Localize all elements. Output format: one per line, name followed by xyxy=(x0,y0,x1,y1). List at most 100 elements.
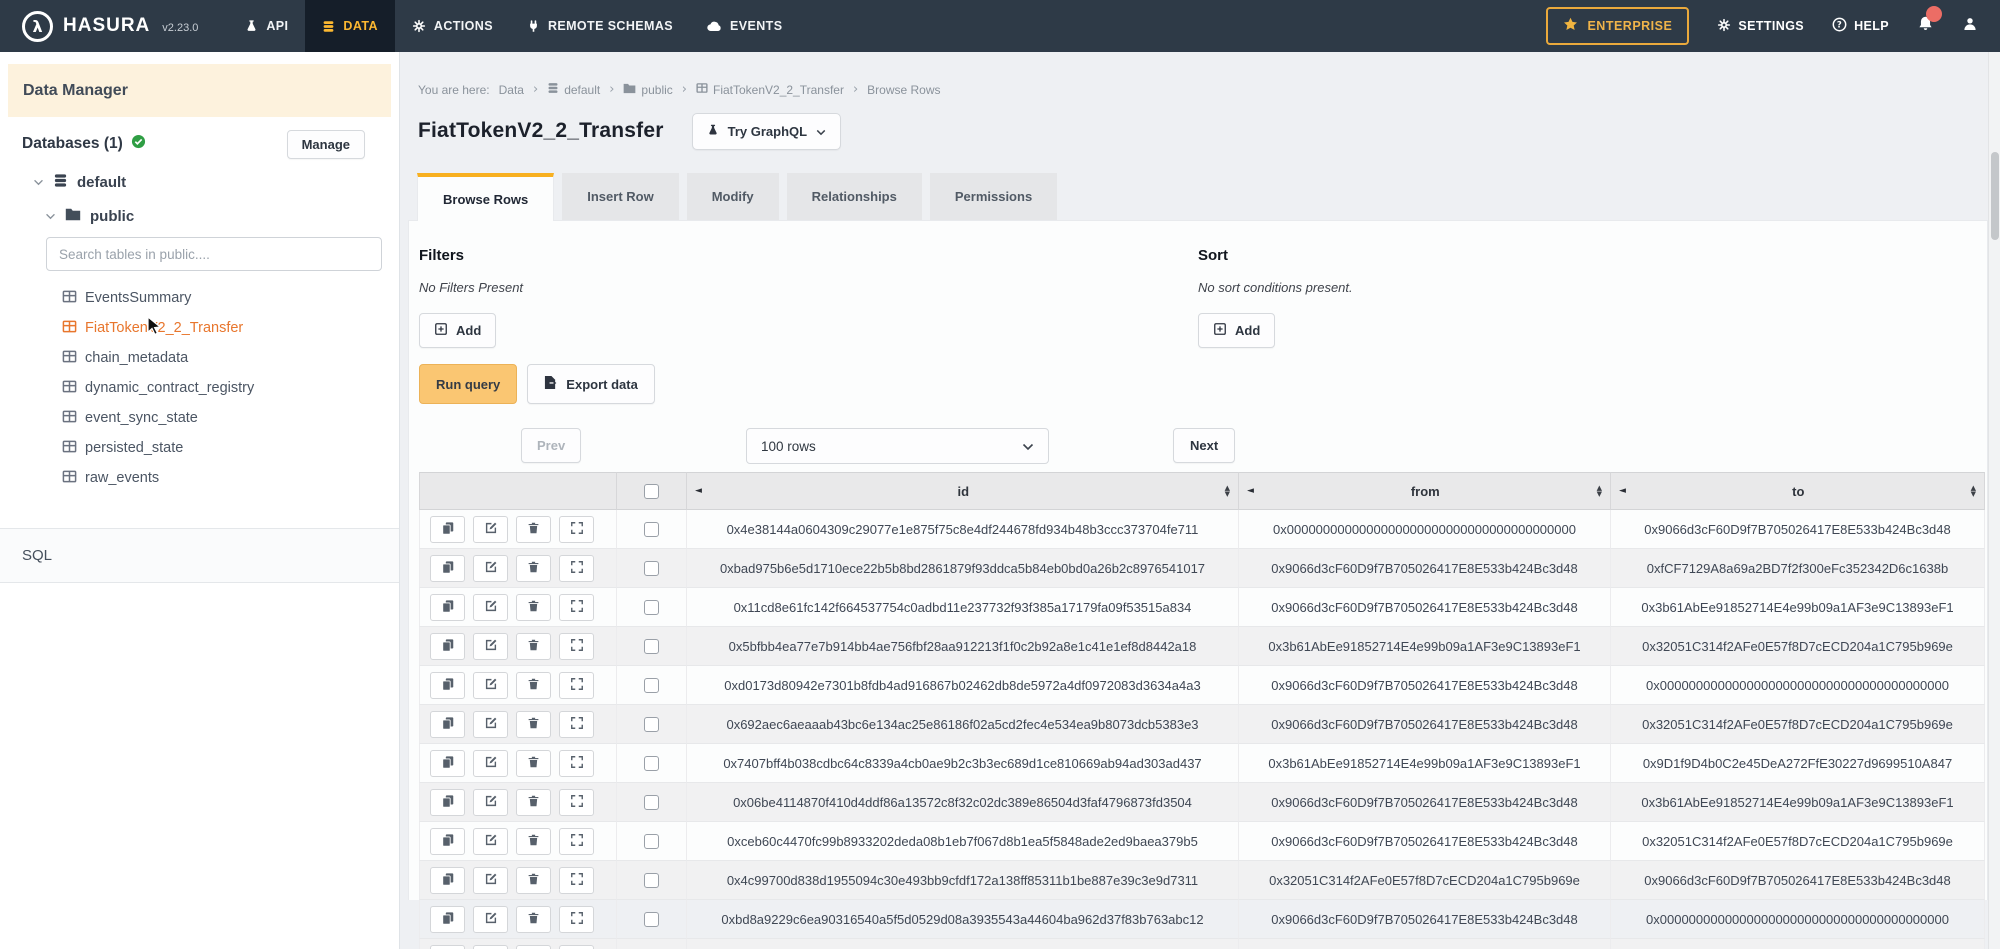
sort-column-icon[interactable]: ▲▼ xyxy=(1225,485,1230,497)
column-label[interactable]: to xyxy=(1626,484,1971,499)
tab-browse-rows[interactable]: Browse Rows xyxy=(417,173,554,221)
sidebar-table-persisted-state[interactable]: persisted_state xyxy=(0,433,399,463)
row-checkbox[interactable] xyxy=(644,717,659,732)
select-all-checkbox[interactable] xyxy=(644,484,659,499)
expand-row-button[interactable] xyxy=(559,750,594,777)
copy-row-button[interactable] xyxy=(430,906,465,933)
expand-row-button[interactable] xyxy=(559,594,594,621)
sidebar-table-fiattokenv2-2-transfer[interactable]: FiatTokenV2_2_Transfer xyxy=(0,313,399,343)
delete-row-button[interactable] xyxy=(516,867,551,894)
add-sort-button[interactable]: Add xyxy=(1198,313,1275,348)
nav-item-remote-schemas[interactable]: REMOTE SCHEMAS xyxy=(510,0,690,52)
copy-row-button[interactable] xyxy=(430,516,465,543)
add-filter-button[interactable]: Add xyxy=(419,313,496,348)
breadcrumb-default[interactable]: default xyxy=(547,82,600,97)
notifications-button[interactable] xyxy=(1917,15,1934,38)
delete-row-button[interactable] xyxy=(516,633,551,660)
edit-row-button[interactable] xyxy=(473,633,508,660)
edit-row-button[interactable] xyxy=(473,750,508,777)
sidebar-table-chain-metadata[interactable]: chain_metadata xyxy=(0,343,399,373)
run-query-button[interactable]: Run query xyxy=(419,364,517,404)
vertical-scrollbar[interactable] xyxy=(1988,52,2000,949)
row-checkbox[interactable] xyxy=(644,639,659,654)
row-checkbox[interactable] xyxy=(644,756,659,771)
breadcrumb-browse-rows[interactable]: Browse Rows xyxy=(867,83,940,97)
delete-row-button[interactable] xyxy=(516,828,551,855)
try-graphql-button[interactable]: Try GraphQL xyxy=(692,113,841,150)
copy-row-button[interactable] xyxy=(430,867,465,894)
expand-row-button[interactable] xyxy=(559,711,594,738)
delete-row-button[interactable] xyxy=(516,711,551,738)
delete-row-button[interactable] xyxy=(516,516,551,543)
chevron-down-icon[interactable] xyxy=(45,213,56,220)
tab-modify[interactable]: Modify xyxy=(687,173,779,220)
expand-row-button[interactable] xyxy=(559,555,594,582)
rows-per-page-select[interactable]: 100 rows xyxy=(746,428,1049,464)
scrollbar-thumb[interactable] xyxy=(1991,152,1999,240)
delete-row-button[interactable] xyxy=(516,594,551,621)
sidebar-table-raw-events[interactable]: raw_events xyxy=(0,463,399,493)
delete-row-button[interactable] xyxy=(516,672,551,699)
sidebar-schema-public[interactable]: public xyxy=(45,205,399,227)
edit-row-button[interactable] xyxy=(473,555,508,582)
user-menu-button[interactable] xyxy=(1962,16,1978,37)
manage-button[interactable]: Manage xyxy=(287,130,365,159)
tab-insert-row[interactable]: Insert Row xyxy=(562,173,678,220)
copy-row-button[interactable] xyxy=(430,750,465,777)
row-checkbox[interactable] xyxy=(644,600,659,615)
delete-row-button[interactable] xyxy=(516,945,551,949)
prev-page-button[interactable]: Prev xyxy=(521,428,581,463)
collapse-column-icon[interactable]: ◄ xyxy=(1247,486,1254,496)
expand-row-button[interactable] xyxy=(559,867,594,894)
nav-item-data[interactable]: DATA xyxy=(305,0,394,52)
column-label[interactable]: from xyxy=(1254,484,1597,499)
help-button[interactable]: ? HELP xyxy=(1832,17,1889,35)
expand-row-button[interactable] xyxy=(559,672,594,699)
breadcrumb-public[interactable]: public xyxy=(623,83,672,97)
search-tables-input[interactable] xyxy=(46,237,382,271)
expand-row-button[interactable] xyxy=(559,633,594,660)
sidebar-table-event-sync-state[interactable]: event_sync_state xyxy=(0,403,399,433)
edit-row-button[interactable] xyxy=(473,867,508,894)
delete-row-button[interactable] xyxy=(516,750,551,777)
breadcrumb-table[interactable]: FiatTokenV2_2_Transfer xyxy=(696,82,844,97)
settings-button[interactable]: SETTINGS xyxy=(1717,18,1804,35)
row-checkbox[interactable] xyxy=(644,834,659,849)
sidebar-table-eventssummary[interactable]: EventsSummary xyxy=(0,283,399,313)
copy-row-button[interactable] xyxy=(430,828,465,855)
enterprise-button[interactable]: ENTERPRISE xyxy=(1546,7,1689,45)
column-label[interactable]: id xyxy=(702,484,1225,499)
sort-column-icon[interactable]: ▲▼ xyxy=(1597,485,1602,497)
edit-row-button[interactable] xyxy=(473,516,508,543)
edit-row-button[interactable] xyxy=(473,711,508,738)
expand-row-button[interactable] xyxy=(559,828,594,855)
expand-row-button[interactable] xyxy=(559,789,594,816)
edit-row-button[interactable] xyxy=(473,789,508,816)
edit-row-button[interactable] xyxy=(473,594,508,621)
sort-column-icon[interactable]: ▲▼ xyxy=(1971,485,1976,497)
collapse-column-icon[interactable]: ◄ xyxy=(695,486,702,496)
edit-row-button[interactable] xyxy=(473,906,508,933)
copy-row-button[interactable] xyxy=(430,789,465,816)
edit-row-button[interactable] xyxy=(473,672,508,699)
delete-row-button[interactable] xyxy=(516,906,551,933)
sidebar-table-dynamic-contract-registry[interactable]: dynamic_contract_registry xyxy=(0,373,399,403)
chevron-down-icon[interactable] xyxy=(33,179,44,186)
row-checkbox[interactable] xyxy=(644,795,659,810)
expand-row-button[interactable] xyxy=(559,516,594,543)
nav-item-actions[interactable]: ACTIONS xyxy=(395,0,510,52)
copy-row-button[interactable] xyxy=(430,945,465,949)
tab-relationships[interactable]: Relationships xyxy=(787,173,922,220)
row-checkbox[interactable] xyxy=(644,522,659,537)
nav-item-api[interactable]: API xyxy=(228,0,305,52)
copy-row-button[interactable] xyxy=(430,555,465,582)
breadcrumb-data[interactable]: Data xyxy=(499,83,524,97)
row-checkbox[interactable] xyxy=(644,912,659,927)
row-checkbox[interactable] xyxy=(644,561,659,576)
copy-row-button[interactable] xyxy=(430,711,465,738)
row-checkbox[interactable] xyxy=(644,873,659,888)
copy-row-button[interactable] xyxy=(430,672,465,699)
edit-row-button[interactable] xyxy=(473,945,508,949)
export-data-button[interactable]: Export data xyxy=(527,364,655,404)
row-checkbox[interactable] xyxy=(644,678,659,693)
